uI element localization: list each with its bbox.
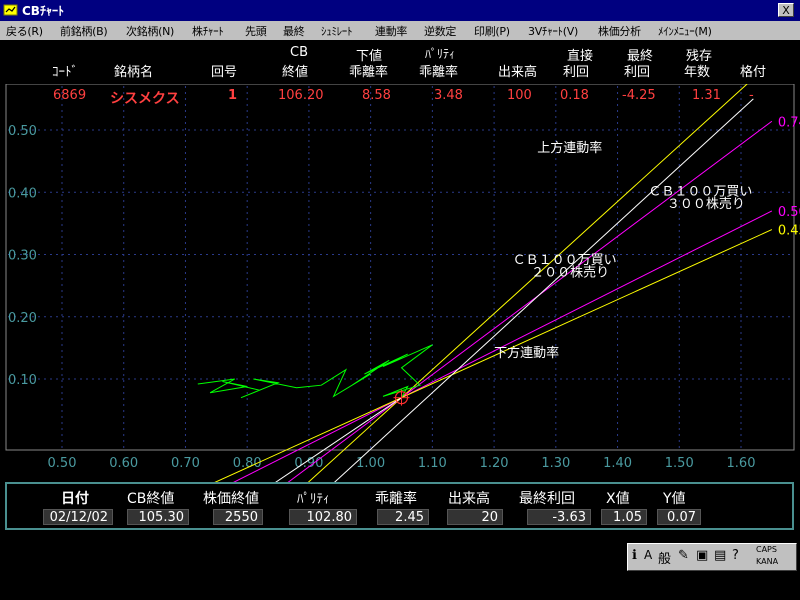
info-stock-label: 株価終値 <box>203 491 259 507</box>
header-cb: CB <box>290 45 308 60</box>
header-remain-years: 年数 <box>684 65 711 80</box>
ime-dict-icon[interactable]: ▤ <box>714 548 726 563</box>
header-name: 銘柄名 <box>114 65 154 80</box>
header-series: 回号 <box>211 65 238 80</box>
info-final-value: -3.63 <box>527 509 591 525</box>
chart-annotation: ２００株売り <box>531 264 609 280</box>
info-dev-value: 2.45 <box>377 509 429 525</box>
header-direct-yield: 利回 <box>563 65 590 80</box>
close-button[interactable]: X <box>778 3 794 17</box>
info-final-label: 最終利回 <box>519 491 575 507</box>
menu-reverse[interactable]: 逆数定 <box>424 23 456 39</box>
y-tick-label: 0.10 <box>8 373 37 388</box>
info-parity-value: 102.80 <box>289 509 357 525</box>
header-cb-close: 終値 <box>282 65 309 80</box>
ime-info-icon[interactable]: ℹ <box>632 548 637 563</box>
title-bar: CBﾁｬｰﾄ X <box>0 0 800 21</box>
info-vol-label: 出来高 <box>448 491 490 507</box>
info-date-label: 日付 <box>61 491 89 507</box>
linkage-line-label: 0.45 <box>778 224 800 239</box>
chart-annotation: 上方連動率 <box>537 140 602 156</box>
ime-help-icon[interactable]: ? <box>732 548 739 563</box>
menu-stock-analysis[interactable]: 株価分析 <box>598 23 641 39</box>
info-cb-label: CB終値 <box>127 491 175 507</box>
info-stock-value: 2550 <box>213 509 263 525</box>
x-tick-label: 0.50 <box>48 456 77 471</box>
x-tick-label: 1.30 <box>541 456 570 471</box>
info-date-value: 02/12/02 <box>43 509 113 525</box>
row-volume: 100 <box>507 88 532 103</box>
menu-bar: 戻る(R) 前銘柄(B) 次銘柄(N) 株ﾁｬｰﾄ 先頭 最終 ｼｭﾐﾚｰﾄ 連… <box>0 21 800 41</box>
menu-back[interactable]: 戻る(R) <box>6 23 43 39</box>
menu-main-menu[interactable]: ﾒｲﾝﾒﾆｭｰ(M) <box>658 23 712 39</box>
header-volume: 出来高 <box>498 65 538 80</box>
ime-caps: CAPS <box>756 545 777 554</box>
x-tick-label: 1.20 <box>480 456 509 471</box>
menu-print[interactable]: 印刷(P) <box>474 23 510 39</box>
ime-tool-icon[interactable]: ✎ <box>678 548 689 563</box>
x-tick-label: 1.50 <box>665 456 694 471</box>
row-direct-yield: 0.18 <box>560 88 589 103</box>
ime-pad-icon[interactable]: ▣ <box>696 548 708 563</box>
ime-toolbar[interactable]: ℹ A 般 ✎ ▣ ▤ ? CAPS KANA <box>627 543 797 571</box>
linkage-line-label: 0.50 <box>778 205 800 220</box>
menu-prev-issue[interactable]: 前銘柄(B) <box>60 23 108 39</box>
header-parity-dev: 乖離率 <box>419 65 459 80</box>
menu-first[interactable]: 先頭 <box>245 23 267 39</box>
row-final-yield: -4.25 <box>622 88 656 103</box>
menu-stock-chart[interactable]: 株ﾁｬｰﾄ <box>192 23 224 39</box>
info-x-value: 1.05 <box>601 509 647 525</box>
x-tick-label: 0.90 <box>294 456 323 471</box>
x-tick-label: 0.70 <box>171 456 200 471</box>
row-remaining: 1.31 <box>692 88 721 103</box>
menu-3v-chart[interactable]: 3Vﾁｬｰﾄ(V) <box>528 23 578 39</box>
header-final-yield: 利回 <box>624 65 651 80</box>
row-name: シスメクス <box>110 91 180 107</box>
info-parity-label: ﾊﾟﾘﾃｨ <box>297 492 330 507</box>
info-panel: 日付 02/12/02 CB終値 105.30 株価終値 2550 ﾊﾟﾘﾃｨ … <box>5 482 794 530</box>
y-tick-label: 0.30 <box>8 249 37 264</box>
x-tick-label: 0.60 <box>109 456 138 471</box>
info-x-label: X値 <box>606 491 630 507</box>
menu-next-issue[interactable]: 次銘柄(N) <box>126 23 174 39</box>
window-title: CBﾁｬｰﾄ <box>22 4 64 18</box>
info-dev-label: 乖離率 <box>375 491 417 507</box>
info-y-label: Y値 <box>663 491 686 507</box>
menu-linkage[interactable]: 連動率 <box>375 23 407 39</box>
ime-alpha-icon[interactable]: A <box>644 548 652 562</box>
menu-simulate[interactable]: ｼｭﾐﾚｰﾄ <box>321 23 353 39</box>
x-tick-label: 1.60 <box>727 456 756 471</box>
ime-mode-label[interactable]: 般 <box>658 548 671 567</box>
row-down-dev: 8.58 <box>362 88 391 103</box>
x-tick-label: 1.10 <box>418 456 447 471</box>
chart-annotation: 下方連動率 <box>494 345 559 361</box>
column-header: ｺｰﾄﾞ 銘柄名 回号 CB 終値 下値 乖離率 ﾊﾟﾘﾃｨ 乖離率 出来高 直… <box>0 40 800 84</box>
info-vol-value: 20 <box>447 509 503 525</box>
menu-last[interactable]: 最終 <box>283 23 305 39</box>
header-code: ｺｰﾄﾞ <box>52 65 78 80</box>
ime-kana: KANA <box>756 557 779 566</box>
chart-annotation: ３００株売り <box>667 196 745 212</box>
app-icon <box>3 4 18 16</box>
cb-chart: 0.50 0.60 0.70 0.80 0.90 1.00 1.10 1.20 1.30 1.40… <box>5 84 800 482</box>
x-tick-label: 1.40 <box>603 456 632 471</box>
header-parity: ﾊﾟﾘﾃｨ <box>425 47 456 61</box>
y-tick-label: 0.50 <box>8 124 37 139</box>
y-tick-label: 0.20 <box>8 311 37 326</box>
header-rating: 格付 <box>740 65 767 80</box>
row-code: 6869 <box>53 88 87 103</box>
row-rating: - <box>749 88 754 103</box>
info-cb-value: 105.30 <box>127 509 189 525</box>
y-tick-label: 0.40 <box>8 186 37 201</box>
linkage-line-label: 0.74 <box>778 115 800 130</box>
row-cb-close: 106.20 <box>278 88 324 103</box>
header-down-dev: 乖離率 <box>349 65 389 80</box>
info-y-value: 0.07 <box>657 509 701 525</box>
row-parity-dev: 3.48 <box>434 88 463 103</box>
row-series: 1 <box>228 88 238 103</box>
